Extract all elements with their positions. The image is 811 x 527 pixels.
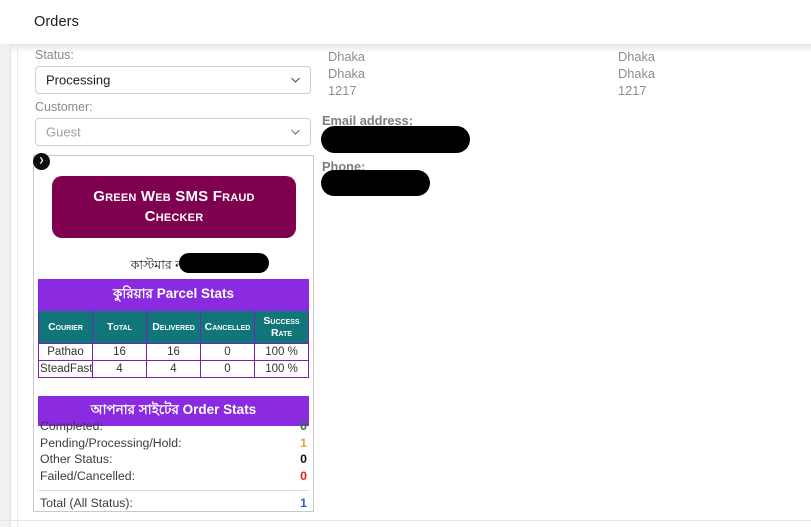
left-rail	[0, 44, 10, 527]
cell-delivered: 16	[146, 343, 201, 362]
chevron-down-icon	[290, 127, 301, 138]
order-stat-value: 1	[300, 435, 307, 450]
window-header: Orders	[0, 0, 811, 44]
order-stats-rows: Completed: 0 Pending/Processing/Hold: 1 …	[38, 419, 309, 485]
order-stat-label: Completed:	[40, 419, 103, 433]
fraud-checker-brand-title: Green Web SMS Fraud Checker	[93, 188, 255, 225]
cell-delivered: 4	[146, 360, 201, 379]
panel-collapse-toggle[interactable]: ❯	[33, 153, 50, 170]
order-stat-label: Failed/Cancelled:	[40, 468, 136, 483]
order-stat-value: 0	[300, 419, 307, 433]
list-item: Pending/Processing/Hold: 1	[38, 436, 309, 453]
order-stat-label: Other Status:	[40, 452, 113, 466]
fraud-checker-panel: Green Web SMS Fraud Checker কাস্টমার নাম…	[33, 155, 314, 512]
customer-select[interactable]: Guest	[35, 118, 311, 146]
col-header-total: Total	[92, 309, 147, 345]
customer-number-line: কাস্টমার নাম্বার: +	[34, 257, 315, 277]
col-header-courier: Courier	[38, 309, 93, 345]
customer-number-redacted-value	[179, 253, 269, 273]
order-stat-value: 0	[300, 452, 307, 466]
billing-city: Dhaka	[328, 49, 365, 64]
chevron-right-icon: ❯	[38, 156, 45, 166]
phone-redacted-value	[321, 170, 430, 196]
cell-cancelled: 0	[200, 343, 255, 362]
parcel-stats-header-row: Courier Total Delivered Cancelled Succes…	[38, 309, 309, 345]
col-header-success-rate: Success Rate	[254, 309, 309, 345]
col-header-cancelled: Cancelled	[200, 309, 255, 345]
status-select[interactable]: Processing	[35, 66, 311, 94]
fraud-checker-brand-banner: Green Web SMS Fraud Checker	[52, 176, 296, 238]
cell-total: 4	[92, 360, 147, 379]
customer-select-value: Guest	[46, 124, 81, 140]
billing-postcode: 1217	[328, 83, 357, 98]
customer-label: Customer:	[35, 100, 93, 114]
status-select-value: Processing	[46, 72, 111, 88]
app-root: Orders Status: Processing Customer: Gues…	[0, 0, 811, 527]
shipping-city: Dhaka	[618, 49, 655, 64]
col-header-delivered: Delivered	[146, 309, 201, 345]
cell-success-rate: 100 %	[254, 343, 309, 362]
page-title: Orders	[34, 14, 79, 30]
left-content-divider	[17, 44, 18, 527]
table-row: Pathao 16 16 0 100 %	[38, 343, 309, 362]
cell-cancelled: 0	[200, 360, 255, 379]
parcel-stats-table: কুরিয়ার Parcel Stats Courier Total Deli…	[38, 279, 309, 379]
shipping-postcode: 1217	[618, 83, 647, 98]
list-item: Failed/Cancelled: 0	[38, 469, 309, 486]
list-item: Other Status: 0	[38, 452, 309, 469]
parcel-stats-table-wrap: কুরিয়ার Parcel Stats Courier Total Deli…	[38, 279, 309, 379]
cell-success-rate: 100 %	[254, 360, 309, 379]
shipping-state: Dhaka	[618, 66, 655, 81]
table-row: SteadFast 4 4 0 100 %	[38, 360, 309, 379]
parcel-stats-title: কুরিয়ার Parcel Stats	[38, 279, 309, 311]
left-rail-edge	[10, 44, 11, 527]
order-stats-total-label: Total (All Status):	[40, 496, 133, 510]
order-stat-value: 0	[300, 468, 307, 483]
header-shadow	[0, 44, 811, 53]
cell-courier: Pathao	[38, 343, 93, 362]
status-label: Status:	[35, 48, 74, 62]
window-bottom-border	[0, 520, 811, 521]
order-stat-label: Pending/Processing/Hold:	[40, 435, 182, 450]
order-stats-total-value: 1	[300, 496, 307, 510]
parcel-stats-title-row: কুরিয়ার Parcel Stats	[38, 279, 309, 311]
billing-state: Dhaka	[328, 66, 365, 81]
cell-total: 16	[92, 343, 147, 362]
order-stats-total-row: Total (All Status): 1	[38, 496, 309, 512]
list-item: Completed: 0	[38, 419, 309, 436]
chevron-down-icon	[290, 75, 301, 86]
email-address-redacted-value	[321, 126, 470, 153]
order-stats-divider	[38, 490, 309, 491]
cell-courier: SteadFast	[38, 360, 93, 379]
